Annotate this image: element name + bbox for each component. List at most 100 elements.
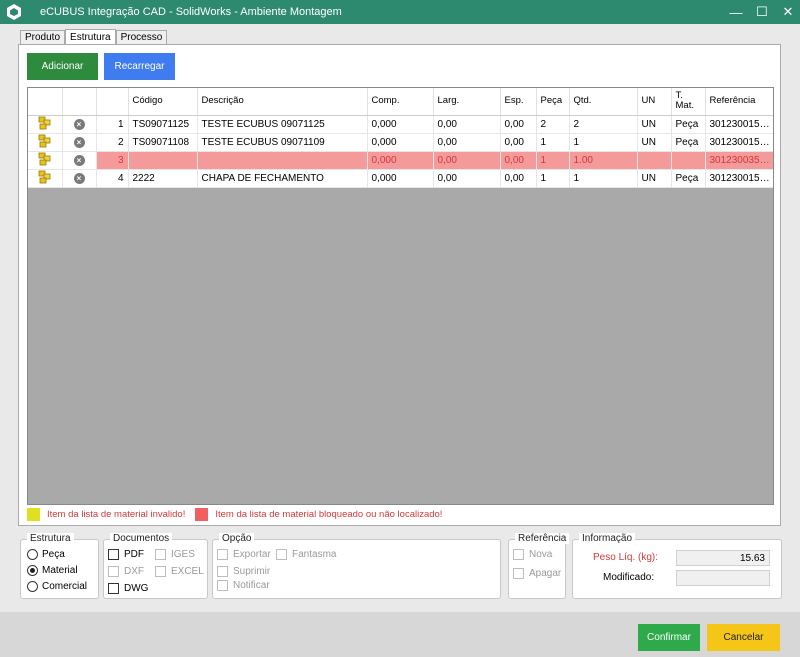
radio-comercial[interactable]: Comercial [27, 581, 87, 592]
cell-tmat[interactable]: Peça [671, 169, 706, 188]
checkbox-iges[interactable]: IGES [155, 549, 195, 560]
delete-icon[interactable]: × [73, 172, 85, 184]
checkbox-nova-box[interactable] [513, 549, 524, 560]
cell-comp[interactable]: 0,000 [367, 169, 434, 188]
checkbox-fantasma[interactable]: Fantasma [276, 549, 336, 560]
cell-larg[interactable]: 0,00 [433, 151, 501, 170]
radio-comercial-circle[interactable] [27, 581, 38, 592]
close-icon[interactable]: ✕ [776, 0, 800, 24]
radio-material[interactable]: Material [27, 565, 78, 576]
cancel-button[interactable]: Cancelar [707, 624, 780, 651]
cell-referencia[interactable]: 3012300350... [705, 151, 773, 170]
row-delete-cell[interactable]: × [62, 115, 97, 134]
cell-descricao[interactable] [197, 151, 368, 170]
col-header-qtd[interactable]: Qtd. [569, 88, 638, 116]
checkbox-notificar[interactable]: Notificar [217, 580, 270, 591]
cell-tmat[interactable] [671, 151, 706, 170]
cell-peca[interactable]: 2 [536, 115, 570, 134]
cell-qtd[interactable]: 1 [569, 133, 638, 152]
checkbox-excel[interactable]: EXCEL [155, 566, 204, 577]
cell-referencia[interactable]: 3012300158... [705, 133, 773, 152]
checkbox-pdf[interactable]: PDF [108, 549, 144, 560]
col-header-comp[interactable]: Comp. [367, 88, 434, 116]
radio-peca-circle[interactable] [27, 549, 38, 560]
cell-codigo[interactable]: TS09071125 [128, 115, 198, 134]
cell-codigo[interactable]: TS09071108 [128, 133, 198, 152]
assembly-icon[interactable] [37, 170, 53, 187]
col-header-larg[interactable]: Larg. [433, 88, 501, 116]
tab-produto[interactable]: Produto [20, 30, 66, 44]
col-header-codigo[interactable]: Código [128, 88, 198, 116]
col-header-esp[interactable]: Esp. [500, 88, 537, 116]
col-header-open[interactable] [28, 88, 63, 116]
cell-un[interactable]: UN [637, 133, 672, 152]
cell-esp[interactable]: 0,00 [500, 151, 537, 170]
col-header-referencia[interactable]: Referência [705, 88, 773, 116]
col-header-number[interactable] [96, 88, 129, 116]
cell-un[interactable]: UN [637, 115, 672, 134]
cell-comp[interactable]: 0,000 [367, 133, 434, 152]
minimize-icon[interactable]: — [724, 0, 748, 24]
table-row[interactable]: × 1 TS09071125 TESTE ECUBUS 09071125 0,0… [28, 115, 773, 134]
table-row[interactable]: × 4 2222 CHAPA DE FECHAMENTO 0,000 0,00 … [28, 169, 773, 188]
checkbox-dwg[interactable]: DWG [108, 583, 148, 594]
checkbox-dxf[interactable]: DXF [108, 566, 144, 577]
checkbox-suprimir[interactable]: Suprimir [217, 566, 270, 577]
delete-icon[interactable]: × [73, 136, 85, 148]
cell-peca[interactable]: 1 [536, 151, 570, 170]
reload-button[interactable]: Recarregar [104, 53, 175, 80]
assembly-icon[interactable] [37, 116, 53, 133]
tab-processo[interactable]: Processo [115, 30, 168, 44]
cell-tmat[interactable]: Peça [671, 133, 706, 152]
cell-qtd[interactable]: 2 [569, 115, 638, 134]
confirm-button[interactable]: Confirmar [638, 624, 700, 651]
cell-comp[interactable]: 0,000 [367, 151, 434, 170]
cell-esp[interactable]: 0,00 [500, 169, 537, 188]
cell-tmat[interactable]: Peça [671, 115, 706, 134]
cell-codigo[interactable]: 2222 [128, 169, 198, 188]
checkbox-nova[interactable]: Nova [513, 549, 552, 560]
checkbox-exportar-box[interactable] [217, 549, 228, 560]
cell-larg[interactable]: 0,00 [433, 133, 501, 152]
radio-material-circle[interactable] [27, 565, 38, 576]
cell-descricao[interactable]: CHAPA DE FECHAMENTO [197, 169, 368, 188]
checkbox-pdf-box[interactable] [108, 549, 119, 560]
cell-un[interactable] [637, 151, 672, 170]
checkbox-excel-box[interactable] [155, 566, 166, 577]
checkbox-fantasma-box[interactable] [276, 549, 287, 560]
checkbox-notificar-box[interactable] [217, 580, 228, 591]
table-row[interactable]: × 2 TS09071108 TESTE ECUBUS 09071109 0,0… [28, 133, 773, 152]
cell-peca[interactable]: 1 [536, 169, 570, 188]
cell-larg[interactable]: 0,00 [433, 115, 501, 134]
cell-referencia[interactable]: 3012300159... [705, 169, 773, 188]
table-row-blocked[interactable]: × 3 0,000 0,00 0,00 1 1.00 3012300350... [28, 151, 773, 170]
cell-un[interactable]: UN [637, 169, 672, 188]
cell-codigo[interactable] [128, 151, 198, 170]
cell-comp[interactable]: 0,000 [367, 115, 434, 134]
cell-qtd[interactable]: 1 [569, 169, 638, 188]
row-open-cell[interactable] [28, 115, 63, 134]
cell-qtd[interactable]: 1.00 [569, 151, 638, 170]
add-button[interactable]: Adicionar [27, 53, 98, 80]
col-header-peca[interactable]: Peça [536, 88, 570, 116]
checkbox-suprimir-box[interactable] [217, 566, 228, 577]
tab-estrutura[interactable]: Estrutura [65, 29, 116, 45]
cell-esp[interactable]: 0,00 [500, 133, 537, 152]
radio-peca[interactable]: Peça [27, 549, 65, 560]
row-delete-cell[interactable]: × [62, 151, 97, 170]
checkbox-exportar[interactable]: Exportar [217, 549, 271, 560]
col-header-delete[interactable] [62, 88, 97, 116]
maximize-icon[interactable]: ☐ [750, 0, 774, 24]
checkbox-apagar-box[interactable] [513, 568, 524, 579]
col-header-un[interactable]: UN [637, 88, 672, 116]
col-header-descricao[interactable]: Descrição [197, 88, 368, 116]
cell-descricao[interactable]: TESTE ECUBUS 09071109 [197, 133, 368, 152]
assembly-icon[interactable] [37, 134, 53, 151]
delete-icon[interactable]: × [73, 118, 85, 130]
row-delete-cell[interactable]: × [62, 133, 97, 152]
cell-peca[interactable]: 1 [536, 133, 570, 152]
row-delete-cell[interactable]: × [62, 169, 97, 188]
col-header-tmat[interactable]: T. Mat. [671, 88, 706, 116]
cell-larg[interactable]: 0,00 [433, 169, 501, 188]
checkbox-dxf-box[interactable] [108, 566, 119, 577]
